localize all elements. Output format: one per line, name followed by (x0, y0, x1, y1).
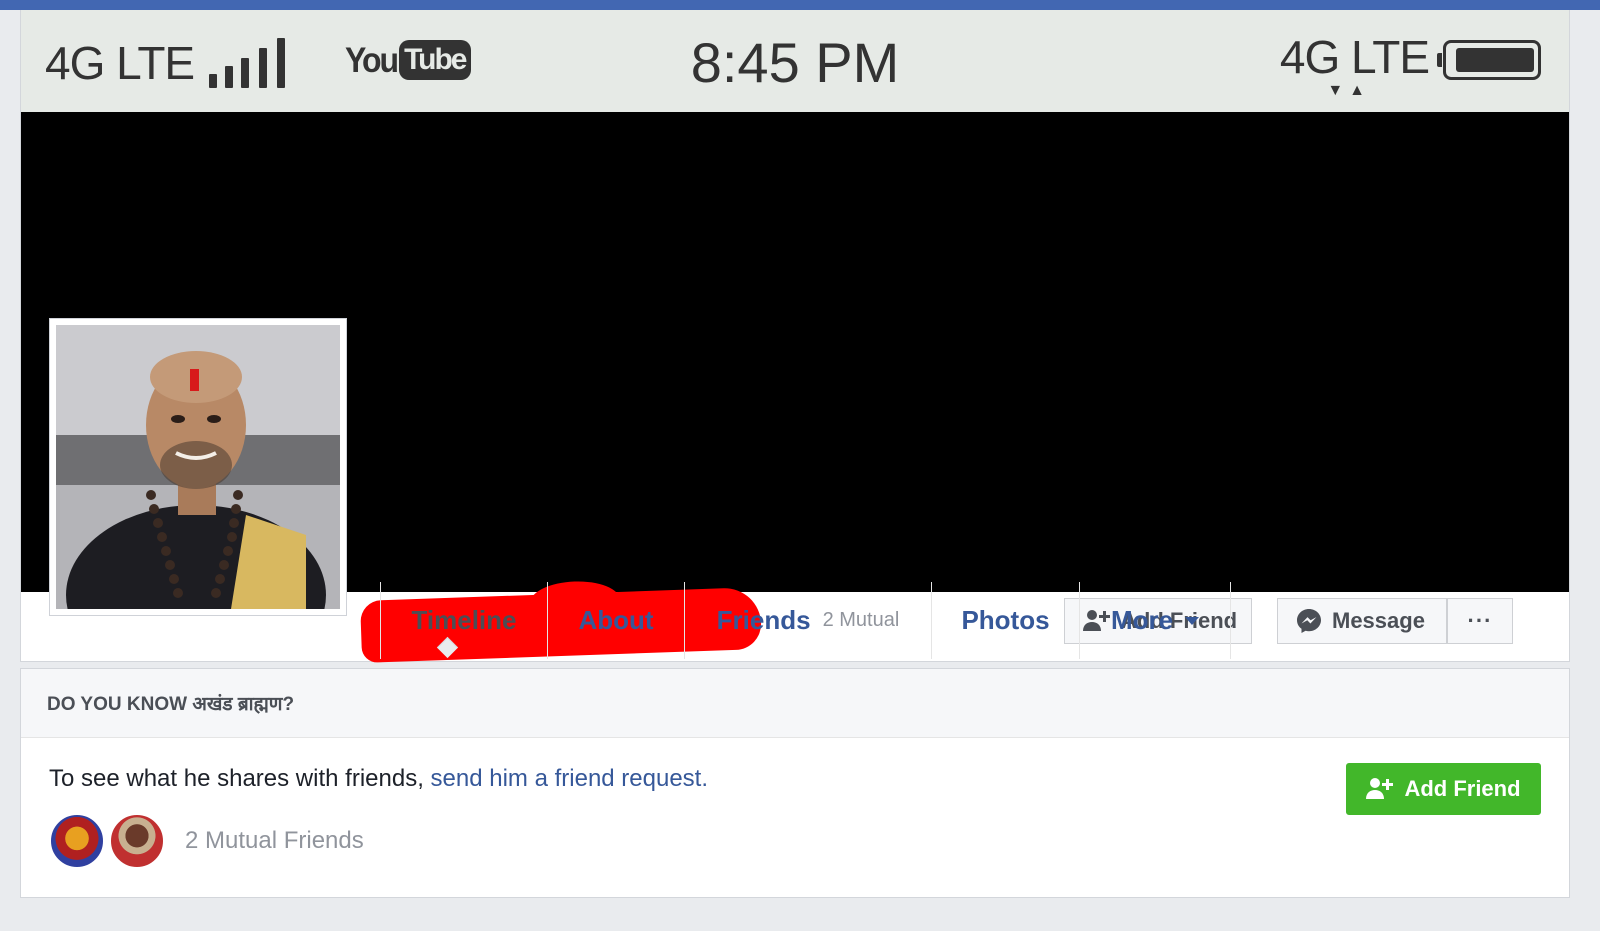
message-button[interactable]: Message (1277, 598, 1447, 644)
more-options-button[interactable]: ··· (1447, 598, 1513, 644)
tab-more[interactable]: More (1079, 582, 1231, 659)
tab-friends-label: Friends (716, 605, 811, 635)
avatar[interactable] (109, 813, 165, 869)
add-friend-green-label: Add Friend (1404, 776, 1521, 801)
friend-request-prompt: To see what he shares with friends, send… (49, 765, 708, 793)
profile-picture[interactable] (49, 318, 347, 616)
phone-status-bar: 4G LTE You Tube 8:45 PM 4G LTE ▼▲ (21, 10, 1569, 113)
chevron-down-icon (1185, 616, 1200, 625)
message-label: Message (1332, 608, 1425, 633)
tab-photos[interactable]: Photos (931, 582, 1079, 659)
tab-photos-label: Photos (961, 605, 1050, 635)
data-arrows-icon: ▼▲ (1327, 82, 1371, 99)
tab-timeline[interactable]: Timeline (380, 582, 547, 659)
card-heading: DO YOU KNOW अखंड ब्राह्मण? (21, 669, 1569, 738)
do-you-know-card: DO YOU KNOW अखंड ब्राह्मण? To see what h… (20, 668, 1570, 898)
top-accent-bar (0, 0, 1600, 10)
mutual-friends-count[interactable]: 2 Mutual Friends (185, 827, 364, 855)
mutual-friends: 2 Mutual Friends (49, 813, 364, 869)
add-friend-icon (1366, 777, 1394, 801)
tab-friends[interactable]: Friends 2 Mutual (684, 582, 931, 659)
tab-about-label: About (578, 605, 654, 635)
add-friend-green-button[interactable]: Add Friend (1346, 763, 1541, 815)
tab-about[interactable]: About (547, 582, 684, 659)
profile-photo-image (56, 325, 340, 609)
profile-tabs: Timeline About Friends 2 Mutual Photos M… (380, 582, 1231, 659)
battery-icon (1437, 40, 1541, 80)
send-friend-request-link[interactable]: send him a friend request. (431, 765, 709, 792)
avatar[interactable] (49, 813, 105, 869)
carrier-label-right: 4G LTE (1279, 31, 1430, 83)
prompt-text: To see what he shares with friends, (49, 765, 431, 792)
tab-timeline-label: Timeline (411, 605, 517, 635)
tab-friends-mutual-count: 2 Mutual (822, 609, 900, 631)
tab-more-label: More (1110, 605, 1174, 635)
battery-level (1456, 48, 1534, 72)
messenger-icon (1296, 608, 1322, 634)
profile-header: 4G LTE You Tube 8:45 PM 4G LTE ▼▲ Add Fr… (20, 10, 1570, 663)
